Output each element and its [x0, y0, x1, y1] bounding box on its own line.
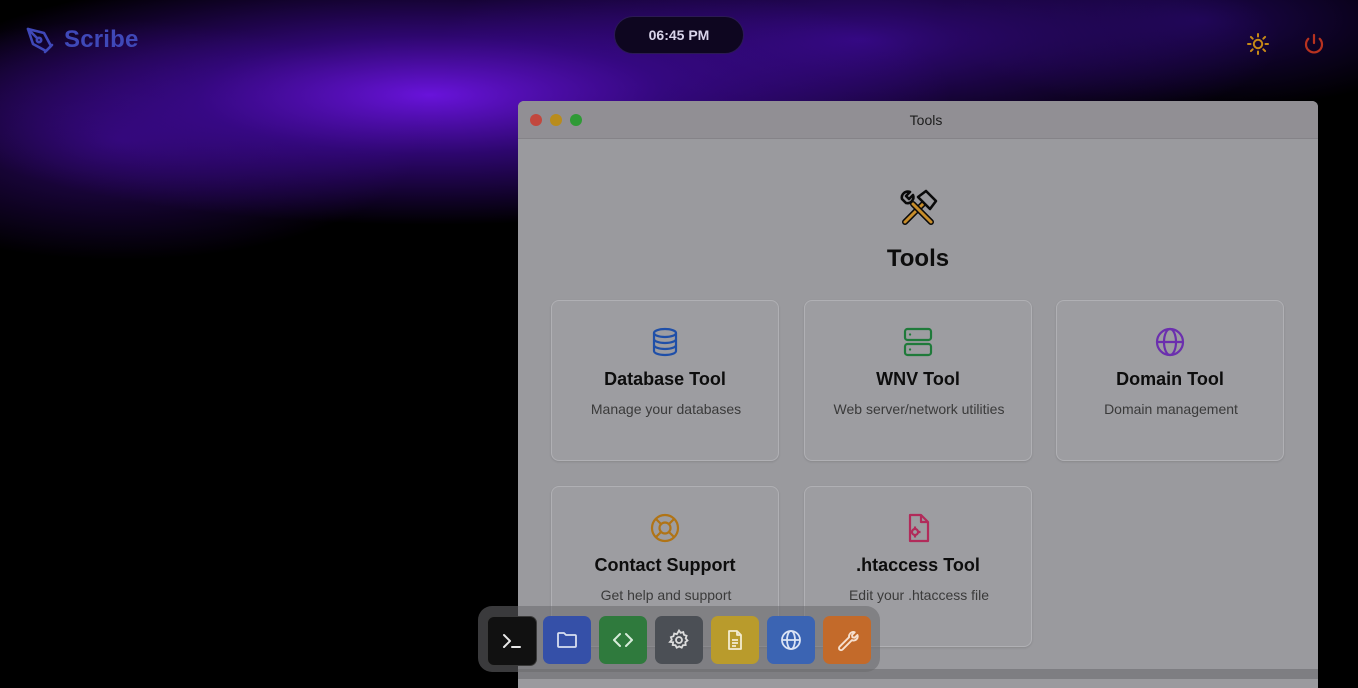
- database-icon: [648, 325, 682, 359]
- maximize-window-button[interactable]: [570, 114, 582, 126]
- card-title: Domain Tool: [1116, 369, 1224, 389]
- card-title: WNV Tool: [876, 369, 960, 389]
- page-title: Tools: [886, 245, 950, 272]
- brand-logo[interactable]: Scribe: [24, 24, 139, 56]
- power-button[interactable]: [1300, 30, 1328, 58]
- folder-icon: [557, 632, 577, 648]
- window-title: Tools: [909, 111, 943, 128]
- pen-nib-icon: [26, 27, 54, 54]
- dock-browser-button[interactable]: [767, 616, 815, 664]
- window-content: Tools Database Tool Manage your database…: [518, 139, 1318, 679]
- wrench-icon: [838, 631, 859, 652]
- wnv-tool-card[interactable]: WNV Tool Web server/network utilities: [804, 300, 1032, 461]
- domain-tool-card[interactable]: Domain Tool Domain management: [1056, 300, 1284, 461]
- desktop: Scribe 06:45 PM Tools Tools Database Too…: [0, 0, 1358, 688]
- card-title: Contact Support: [594, 555, 736, 575]
- card-description: Edit your .htaccess file: [848, 587, 990, 603]
- lifebuoy-icon: [648, 511, 682, 545]
- window-titlebar[interactable]: Tools: [518, 101, 1318, 139]
- hammer-wrench-icon: [900, 189, 938, 225]
- dock-tools-button[interactable]: [823, 616, 871, 664]
- dock-terminal-button[interactable]: [487, 616, 537, 666]
- tools-window: Tools Tools Database Tool Manage your da…: [518, 101, 1318, 688]
- dock: [478, 606, 880, 672]
- power-icon: [1304, 33, 1324, 54]
- dock-code-button[interactable]: [599, 616, 647, 664]
- card-description: Domain management: [1104, 401, 1238, 417]
- sun-icon: [1247, 33, 1269, 55]
- database-tool-card[interactable]: Database Tool Manage your databases: [551, 300, 779, 461]
- file-gear-icon: [901, 511, 935, 545]
- dock-documents-button[interactable]: [711, 616, 759, 664]
- brand-name: Scribe: [64, 26, 139, 53]
- server-icon: [901, 325, 935, 359]
- terminal-icon: [503, 634, 521, 648]
- globe-icon: [1153, 325, 1187, 359]
- card-title: Database Tool: [604, 369, 726, 389]
- dock-files-button[interactable]: [543, 616, 591, 664]
- code-icon: [613, 633, 633, 647]
- card-title: .htaccess Tool: [856, 555, 980, 575]
- card-description: Get help and support: [600, 587, 732, 603]
- document-icon: [728, 630, 742, 650]
- close-window-button[interactable]: [530, 114, 542, 126]
- card-description: Manage your databases: [590, 401, 742, 417]
- globe-icon: [781, 630, 801, 650]
- gear-icon: [668, 628, 689, 649]
- minimize-window-button[interactable]: [550, 114, 562, 126]
- theme-toggle-button[interactable]: [1244, 30, 1272, 58]
- dock-settings-button[interactable]: [655, 616, 703, 664]
- clock-time: 06:45 PM: [648, 27, 710, 43]
- card-description: Web server/network utilities: [833, 401, 1005, 417]
- clock: 06:45 PM: [614, 16, 744, 54]
